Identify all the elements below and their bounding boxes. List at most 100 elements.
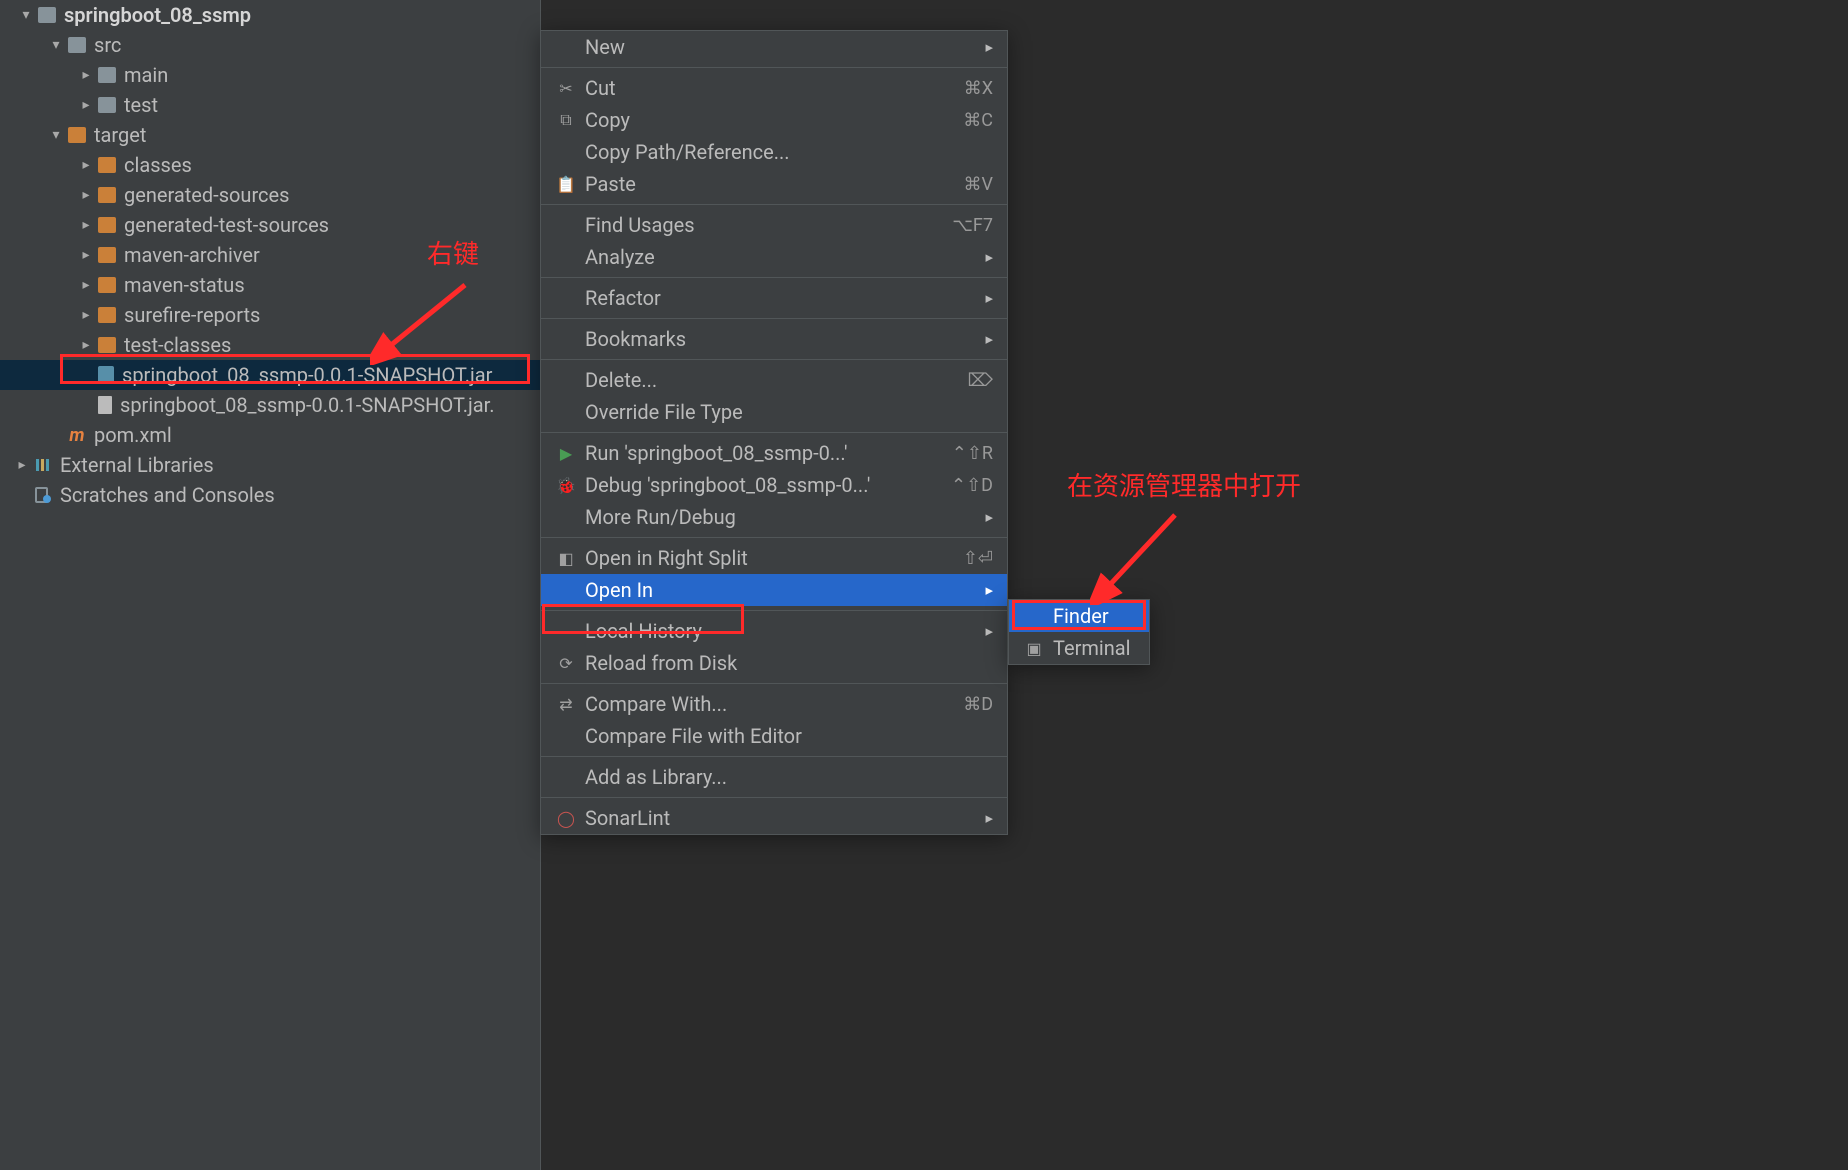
chevron-right-icon: ▸ xyxy=(985,38,993,56)
tree-label: src xyxy=(94,33,121,57)
menu-compare-with[interactable]: ⇄ Compare With... ⌘D xyxy=(541,688,1007,720)
menu-separator xyxy=(541,797,1007,798)
play-icon: ▶ xyxy=(555,444,577,463)
menu-separator xyxy=(541,277,1007,278)
menu-local-history[interactable]: Local History ▸ xyxy=(541,615,1007,647)
chevron-right-icon[interactable] xyxy=(16,459,28,471)
chevron-down-icon[interactable] xyxy=(50,129,62,141)
tree-label: Scratches and Consoles xyxy=(60,483,275,507)
chevron-right-icon[interactable] xyxy=(80,279,92,291)
clipboard-icon: 📋 xyxy=(555,175,577,194)
menu-reload-from-disk[interactable]: ⟳ Reload from Disk xyxy=(541,647,1007,679)
submenu-finder[interactable]: Finder xyxy=(1009,600,1149,632)
menu-sonarlint[interactable]: ◯ SonarLint ▸ xyxy=(541,802,1007,834)
tree-external-libraries[interactable]: External Libraries xyxy=(0,450,540,480)
folder-icon xyxy=(68,37,86,53)
tree-main[interactable]: main xyxy=(0,60,540,90)
chevron-right-icon: ▸ xyxy=(985,508,993,526)
menu-separator xyxy=(541,204,1007,205)
chevron-right-icon: ▸ xyxy=(985,289,993,307)
folder-icon xyxy=(68,127,86,143)
tree-target[interactable]: target xyxy=(0,120,540,150)
chevron-right-icon[interactable] xyxy=(80,99,92,111)
menu-find-usages[interactable]: Find Usages ⌥F7 xyxy=(541,209,1007,241)
chevron-right-icon[interactable] xyxy=(80,249,92,261)
copy-icon: ⧉ xyxy=(555,110,577,130)
menu-separator xyxy=(541,610,1007,611)
chevron-right-icon[interactable] xyxy=(80,159,92,171)
menu-open-in[interactable]: Open In ▸ xyxy=(541,574,1007,606)
chevron-right-icon: ▸ xyxy=(985,330,993,348)
menu-copy-path[interactable]: Copy Path/Reference... xyxy=(541,136,1007,168)
menu-cut[interactable]: ✂ Cut ⌘X xyxy=(541,72,1007,104)
menu-copy[interactable]: ⧉ Copy ⌘C xyxy=(541,104,1007,136)
tree-pom[interactable]: m pom.xml xyxy=(0,420,540,450)
tree-test-classes[interactable]: test-classes xyxy=(0,330,540,360)
submenu-terminal[interactable]: ▣ Terminal xyxy=(1009,632,1149,664)
tree-label: maven-status xyxy=(124,273,245,297)
tree-root[interactable]: springboot_08_ssmp xyxy=(0,0,540,30)
folder-icon xyxy=(98,97,116,113)
tree-label: generated-test-sources xyxy=(124,213,329,237)
menu-refactor[interactable]: Refactor ▸ xyxy=(541,282,1007,314)
chevron-down-icon[interactable] xyxy=(50,39,62,51)
menu-add-as-library[interactable]: Add as Library... xyxy=(541,761,1007,793)
menu-more-run-debug[interactable]: More Run/Debug ▸ xyxy=(541,501,1007,533)
menu-separator xyxy=(541,683,1007,684)
chevron-right-icon: ▸ xyxy=(985,581,993,599)
menu-run[interactable]: ▶ Run 'springboot_08_ssmp-0...' ⌃⇧R xyxy=(541,437,1007,469)
menu-compare-file-with-editor[interactable]: Compare File with Editor xyxy=(541,720,1007,752)
menu-separator xyxy=(541,432,1007,433)
project-tree-panel: springboot_08_ssmp src main test target … xyxy=(0,0,540,1170)
chevron-right-icon[interactable] xyxy=(80,189,92,201)
folder-icon xyxy=(98,247,116,263)
chevron-right-icon[interactable] xyxy=(80,309,92,321)
folder-icon xyxy=(98,67,116,83)
tree-scratches[interactable]: Scratches and Consoles xyxy=(0,480,540,510)
tree-classes[interactable]: classes xyxy=(0,150,540,180)
menu-override-file-type[interactable]: Override File Type xyxy=(541,396,1007,428)
bug-icon: 🐞 xyxy=(555,476,577,495)
menu-debug[interactable]: 🐞 Debug 'springboot_08_ssmp-0...' ⌃⇧D xyxy=(541,469,1007,501)
terminal-icon: ▣ xyxy=(1023,639,1045,658)
chevron-right-icon[interactable] xyxy=(80,339,92,351)
file-icon xyxy=(98,396,112,414)
menu-separator xyxy=(541,756,1007,757)
menu-separator xyxy=(541,537,1007,538)
folder-icon xyxy=(98,157,116,173)
tree-label: classes xyxy=(124,153,192,177)
chevron-right-icon[interactable] xyxy=(80,69,92,81)
menu-delete[interactable]: Delete... ⌦ xyxy=(541,364,1007,396)
folder-icon xyxy=(98,277,116,293)
blank-icon xyxy=(80,399,92,411)
tree-jar-original[interactable]: springboot_08_ssmp-0.0.1-SNAPSHOT.jar. xyxy=(0,390,540,420)
tree-maven-archiver[interactable]: maven-archiver xyxy=(0,240,540,270)
tree-generated-test-sources[interactable]: generated-test-sources xyxy=(0,210,540,240)
chevron-right-icon[interactable] xyxy=(80,219,92,231)
menu-new[interactable]: New ▸ xyxy=(541,31,1007,63)
folder-icon xyxy=(98,337,116,353)
menu-analyze[interactable]: Analyze ▸ xyxy=(541,241,1007,273)
jar-icon xyxy=(98,366,114,384)
open-in-submenu: Finder ▣ Terminal xyxy=(1008,599,1150,665)
folder-icon xyxy=(98,187,116,203)
menu-separator xyxy=(541,67,1007,68)
tree-test[interactable]: test xyxy=(0,90,540,120)
tree-jar-selected[interactable]: springboot_08_ssmp-0.0.1-SNAPSHOT.jar xyxy=(0,360,540,390)
tree-label: springboot_08_ssmp-0.0.1-SNAPSHOT.jar xyxy=(122,363,492,387)
menu-paste[interactable]: 📋 Paste ⌘V xyxy=(541,168,1007,200)
tree-label: main xyxy=(124,63,168,87)
scratches-icon xyxy=(34,486,52,504)
chevron-down-icon[interactable] xyxy=(20,9,32,21)
tree-generated-sources[interactable]: generated-sources xyxy=(0,180,540,210)
tree-src[interactable]: src xyxy=(0,30,540,60)
tree-surefire-reports[interactable]: surefire-reports xyxy=(0,300,540,330)
menu-open-right-split[interactable]: ◧ Open in Right Split ⇧⏎ xyxy=(541,542,1007,574)
chevron-right-icon: ▸ xyxy=(985,622,993,640)
menu-bookmarks[interactable]: Bookmarks ▸ xyxy=(541,323,1007,355)
tree-label: pom.xml xyxy=(94,423,172,447)
blank-icon xyxy=(16,489,28,501)
module-folder-icon xyxy=(38,7,56,23)
tree-maven-status[interactable]: maven-status xyxy=(0,270,540,300)
tree-label: test-classes xyxy=(124,333,231,357)
